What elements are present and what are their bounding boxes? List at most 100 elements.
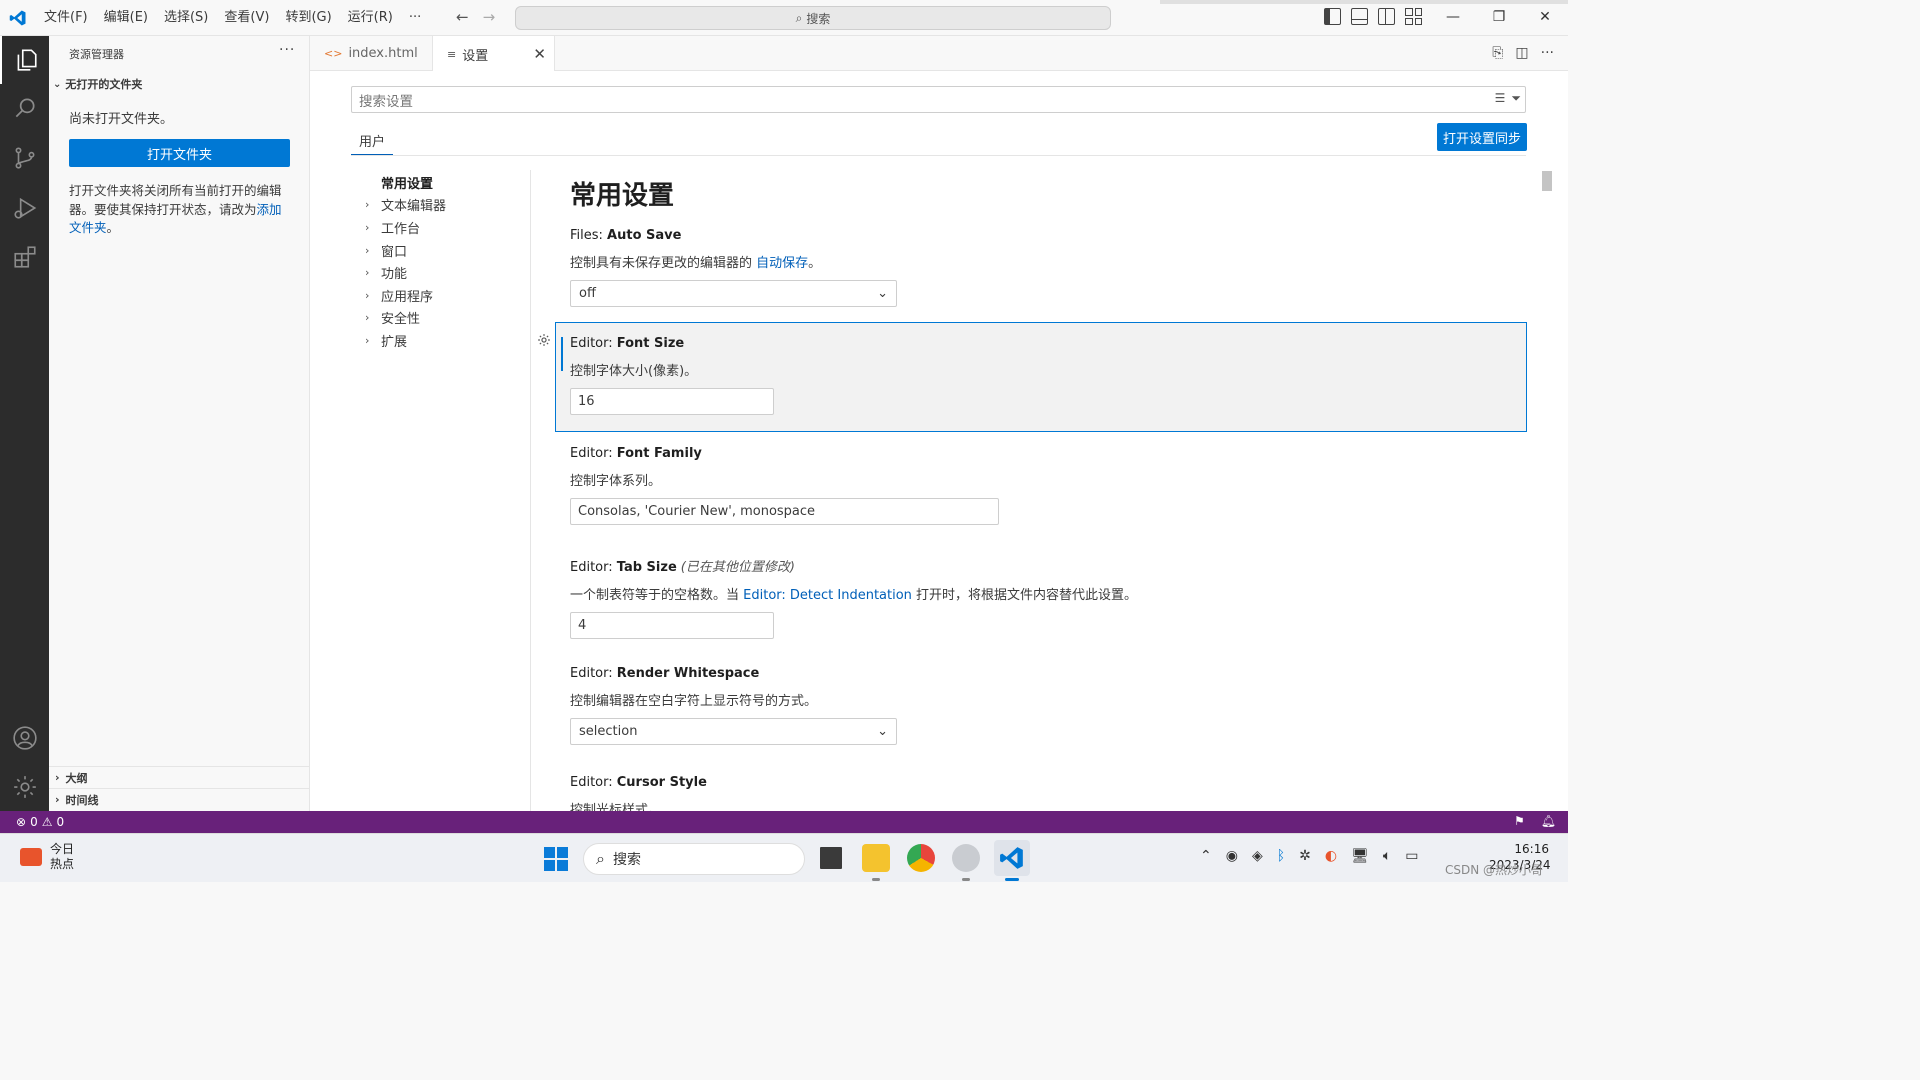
toc-item-security[interactable]: › 安全性: [365, 307, 446, 330]
menu-go[interactable]: 转到(G): [277, 0, 339, 36]
tray-app3-icon[interactable]: ◐: [1325, 848, 1337, 864]
split-editor-icon[interactable]: ◫: [1515, 45, 1528, 61]
toc-item-commonly-used[interactable]: 常用设置: [365, 171, 446, 194]
tab-settings[interactable]: ≡ 设置 ✕: [433, 36, 555, 72]
chevron-right-icon: ›: [365, 220, 370, 234]
setting-description: 控制字体大小(像素)。: [570, 364, 698, 379]
toc-item-window[interactable]: › 窗口: [365, 239, 446, 262]
sidebar-title: 资源管理器: [69, 48, 124, 61]
font-size-input[interactable]: 16: [570, 388, 774, 415]
close-window-icon[interactable]: ✕: [1522, 0, 1568, 34]
tray-app-icon[interactable]: ◈: [1252, 848, 1263, 864]
page-title: 常用设置: [570, 181, 675, 211]
tray-app2-icon[interactable]: ✲: [1299, 848, 1311, 864]
account-icon[interactable]: [0, 714, 49, 762]
open-folder-button[interactable]: 打开文件夹: [69, 139, 290, 167]
manage-gear-icon[interactable]: [0, 763, 49, 811]
toc-divider: [530, 170, 531, 811]
auto-save-link[interactable]: 自动保存: [756, 256, 808, 271]
forward-arrow-icon[interactable]: →: [483, 8, 496, 26]
menu-run[interactable]: 运行(R): [340, 0, 401, 36]
toggle-panel-icon[interactable]: [1351, 8, 1368, 25]
html-file-icon: <>: [324, 47, 343, 60]
minimize-icon[interactable]: —: [1430, 0, 1476, 34]
tab-label: index.html: [348, 46, 418, 61]
auto-save-select[interactable]: off ⌄: [570, 280, 897, 307]
file-explorer-icon[interactable]: [862, 844, 890, 872]
notifications-bell-icon[interactable]: 🔔︎: [1541, 814, 1556, 828]
feedback-icon[interactable]: ⚑: [1514, 814, 1525, 828]
toc-item-workbench[interactable]: › 工作台: [365, 216, 446, 239]
timeline-section-header[interactable]: › 时间线: [49, 788, 309, 810]
task-view-icon[interactable]: [817, 844, 845, 872]
font-family-input[interactable]: Consolas, 'Courier New', monospace: [570, 498, 999, 525]
source-control-icon[interactable]: [0, 134, 49, 182]
open-settings-sync-button[interactable]: 打开设置同步: [1437, 123, 1527, 151]
error-count: 0: [30, 815, 38, 829]
command-center-search[interactable]: ⌕ 搜索: [515, 6, 1111, 30]
toc-item-extensions[interactable]: › 扩展: [365, 329, 446, 352]
restore-icon[interactable]: ❐: [1476, 0, 1522, 34]
modified-elsewhere-indicator[interactable]: (已在其他位置修改): [681, 560, 795, 575]
render-whitespace-select[interactable]: selection ⌄: [570, 718, 897, 745]
chevron-up-icon[interactable]: ⌃: [1200, 848, 1212, 864]
window-controls: — ❐ ✕: [1430, 0, 1568, 34]
chevron-right-icon: ›: [55, 793, 60, 806]
customize-layout-icon[interactable]: [1405, 8, 1422, 25]
menu-selection[interactable]: 选择(S): [156, 0, 216, 36]
command-center-label: 搜索: [806, 11, 831, 26]
toggle-secondary-sidebar-icon[interactable]: [1378, 8, 1395, 25]
problems-indicator[interactable]: ⊗ 0 ⚠ 0: [16, 815, 64, 829]
timeline-label: 时间线: [65, 793, 99, 807]
toc-item-application[interactable]: › 应用程序: [365, 284, 446, 307]
bluetooth-icon[interactable]: ᛒ: [1277, 848, 1285, 864]
windows-start-icon[interactable]: [544, 847, 568, 875]
filter-icon[interactable]: ⏷: [1511, 91, 1521, 106]
more-actions-icon[interactable]: ···: [1541, 45, 1554, 61]
qq-icon[interactable]: ◉: [1226, 848, 1238, 864]
network-icon[interactable]: 🖥︎: [1351, 848, 1369, 864]
news-widget[interactable]: 今日 热点: [20, 842, 74, 872]
explorer-icon[interactable]: [0, 36, 49, 84]
chevron-down-icon: ⌄: [877, 724, 888, 739]
sidebar-more-actions[interactable]: ···: [279, 42, 295, 58]
search-placeholder: 搜索设置: [359, 93, 413, 110]
extensions-icon[interactable]: [0, 233, 49, 281]
menu-more[interactable]: ···: [401, 0, 429, 36]
toggle-primary-sidebar-icon[interactable]: [1324, 8, 1341, 25]
open-settings-json-icon[interactable]: ⎘: [1492, 45, 1503, 61]
tab-index-html[interactable]: <> index.html: [310, 36, 433, 71]
settings-scrollbar-thumb[interactable]: [1542, 171, 1552, 191]
menu-view[interactable]: 查看(V): [216, 0, 277, 36]
chevron-right-icon: ›: [365, 288, 370, 302]
vscode-logo-icon: [0, 0, 36, 36]
close-icon[interactable]: ✕: [533, 45, 546, 63]
setting-gear-icon[interactable]: [537, 333, 551, 351]
tab-size-input[interactable]: 4: [570, 612, 774, 639]
search-view-icon[interactable]: [0, 84, 49, 132]
clock-time: 16:16: [1514, 842, 1549, 856]
outline-section-header[interactable]: › 大纲: [49, 766, 309, 788]
toc-item-text-editor[interactable]: › 文本编辑器: [365, 194, 446, 217]
tab-user-scope[interactable]: 用户: [351, 127, 394, 155]
setting-editor-font-size: Editor: Font Size 控制字体大小(像素)。 16: [570, 336, 1530, 415]
clear-filter-icon[interactable]: ☰: [1495, 91, 1506, 106]
vscode-taskbar-icon[interactable]: [994, 840, 1030, 876]
chrome-icon[interactable]: [907, 844, 935, 872]
menu-file[interactable]: 文件(F): [36, 0, 96, 36]
run-debug-icon[interactable]: [0, 184, 49, 232]
toc-item-features[interactable]: › 功能: [365, 261, 446, 284]
volume-icon[interactable]: 🔈︎: [1383, 848, 1391, 864]
setting-files-auto-save: Files: Auto Save 控制具有未保存更改的编辑器的 自动保存。 of…: [570, 228, 1530, 307]
app-icon[interactable]: [952, 844, 980, 872]
battery-icon[interactable]: ▭: [1405, 848, 1418, 864]
setting-description: 控制字体系列。: [570, 474, 662, 489]
back-arrow-icon[interactable]: ←: [456, 8, 469, 26]
detect-indentation-link[interactable]: Editor: Detect Indentation: [743, 588, 912, 603]
setting-title: Editor: Cursor Style: [570, 775, 707, 790]
search-icon: ⌕: [596, 849, 605, 868]
menu-edit[interactable]: 编辑(E): [96, 0, 156, 36]
taskbar-search[interactable]: ⌕ 搜索: [583, 843, 805, 875]
no-folder-section-header[interactable]: ⌄ 无打开的文件夹: [53, 76, 142, 92]
settings-search-input[interactable]: 搜索设置 ☰ ⏷: [351, 86, 1526, 113]
